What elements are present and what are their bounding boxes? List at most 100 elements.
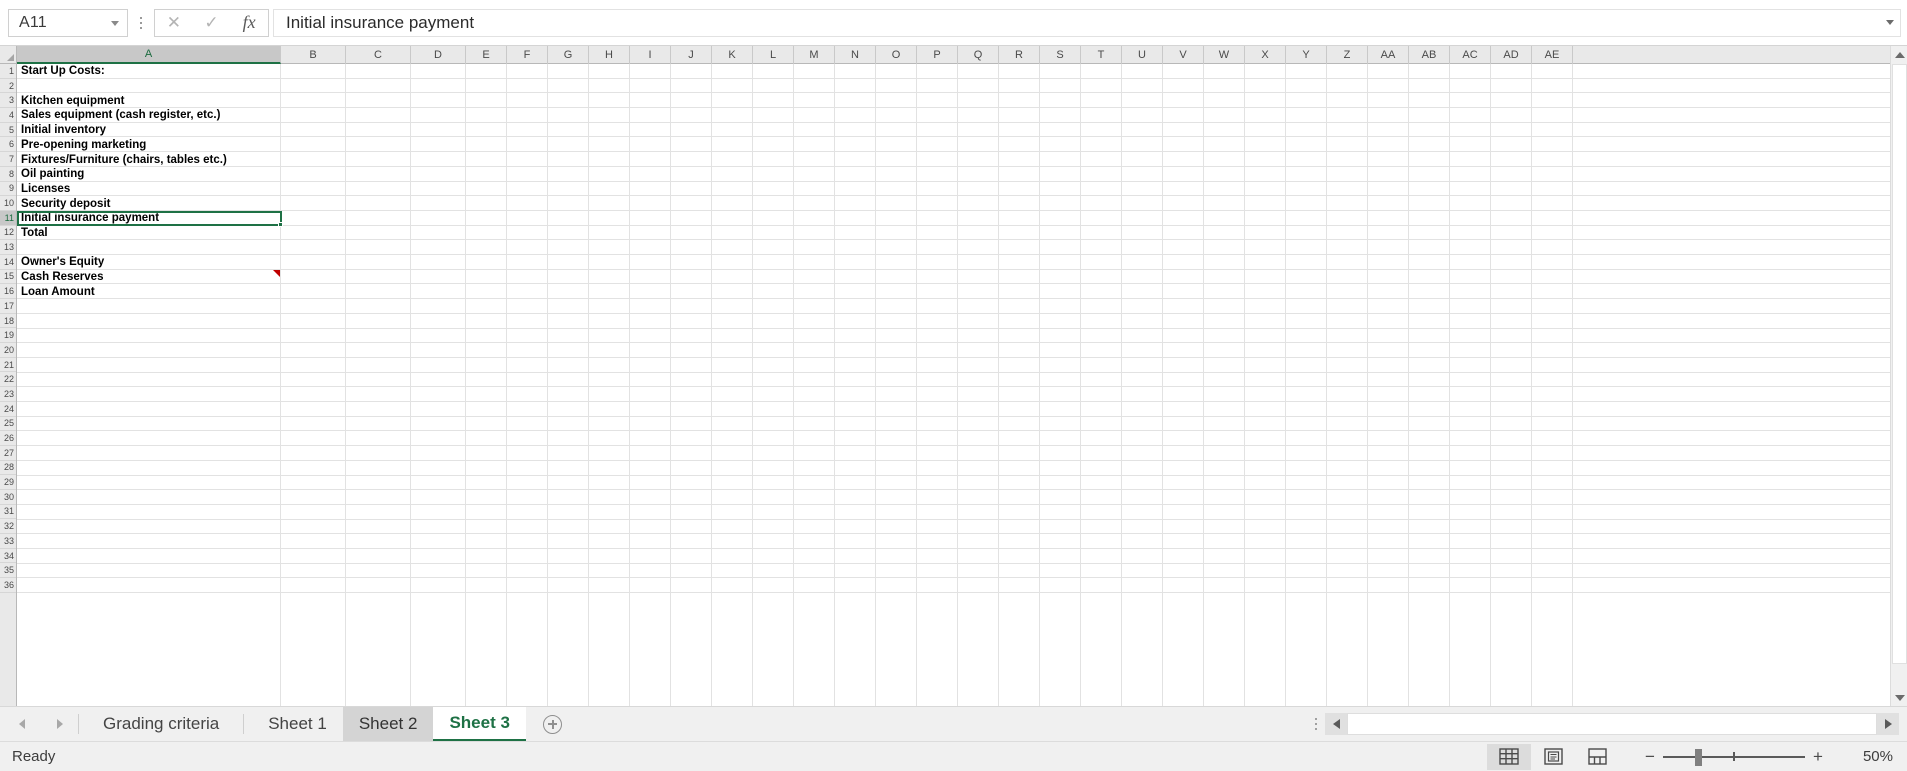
- row-header-14[interactable]: 14: [0, 254, 16, 270]
- insert-function-fx-icon[interactable]: fx: [233, 10, 265, 36]
- grid-row[interactable]: [17, 138, 1890, 153]
- grid-row[interactable]: [17, 432, 1890, 447]
- row-header-15[interactable]: 15: [0, 269, 16, 285]
- column-header-AA[interactable]: AA: [1368, 46, 1409, 64]
- grid-row[interactable]: [17, 461, 1890, 476]
- cell-A4[interactable]: Sales equipment (cash register, etc.): [17, 108, 281, 123]
- column-header-J[interactable]: J: [671, 46, 712, 64]
- row-header-27[interactable]: 27: [0, 445, 16, 461]
- row-header-36[interactable]: 36: [0, 578, 16, 593]
- comment-indicator-A15[interactable]: [273, 269, 280, 277]
- row-header-10[interactable]: 10: [0, 196, 16, 211]
- grid-row[interactable]: [17, 314, 1890, 329]
- grid-row[interactable]: [17, 505, 1890, 520]
- zoom-level-label[interactable]: 50%: [1839, 748, 1893, 765]
- column-header-C[interactable]: C: [346, 46, 411, 64]
- column-header-H[interactable]: H: [589, 46, 630, 64]
- select-all-corner-button[interactable]: [0, 46, 17, 64]
- row-header-33[interactable]: 33: [0, 534, 16, 549]
- grid-row[interactable]: [17, 373, 1890, 388]
- zoom-slider[interactable]: [1663, 744, 1805, 770]
- row-header-19[interactable]: 19: [0, 328, 16, 344]
- row-header-7[interactable]: 7: [0, 152, 16, 167]
- row-header-26[interactable]: 26: [0, 431, 16, 446]
- cell-A10[interactable]: Security deposit: [17, 196, 281, 211]
- page-layout-view-button[interactable]: [1531, 744, 1575, 770]
- row-header-11[interactable]: 11: [0, 210, 16, 226]
- row-header-22[interactable]: 22: [0, 372, 16, 388]
- column-header-S[interactable]: S: [1040, 46, 1081, 64]
- row-header-16[interactable]: 16: [0, 284, 16, 299]
- column-header-G[interactable]: G: [548, 46, 589, 64]
- row-header-12[interactable]: 12: [0, 225, 16, 241]
- row-header-2[interactable]: 2: [0, 78, 16, 94]
- row-header-25[interactable]: 25: [0, 416, 16, 432]
- cell-A14[interactable]: Owner's Equity: [17, 255, 281, 270]
- sheet-tab-sheet-3[interactable]: Sheet 3: [433, 706, 526, 742]
- column-header-L[interactable]: L: [753, 46, 794, 64]
- column-header-U[interactable]: U: [1122, 46, 1163, 64]
- column-header-O[interactable]: O: [876, 46, 917, 64]
- grid-row[interactable]: [17, 534, 1890, 550]
- zoom-out-button[interactable]: −: [1637, 744, 1663, 770]
- column-header-B[interactable]: B: [281, 46, 346, 64]
- grid-row[interactable]: [17, 270, 1890, 285]
- row-header-23[interactable]: 23: [0, 387, 16, 402]
- cell-A12[interactable]: Total: [17, 226, 281, 241]
- column-header-AD[interactable]: AD: [1491, 46, 1532, 64]
- row-header-24[interactable]: 24: [0, 401, 16, 417]
- page-break-preview-button[interactable]: [1575, 744, 1619, 770]
- column-header-Y[interactable]: Y: [1286, 46, 1327, 64]
- zoom-slider-thumb[interactable]: [1695, 748, 1702, 766]
- grid-row[interactable]: [17, 446, 1890, 461]
- normal-view-button[interactable]: [1487, 743, 1531, 770]
- grid-row[interactable]: [17, 93, 1890, 109]
- grid-row[interactable]: [17, 387, 1890, 403]
- scroll-split-grip[interactable]: [1315, 718, 1317, 730]
- add-sheet-plus-icon[interactable]: [536, 707, 570, 742]
- sheet-tab-sheet-1[interactable]: Sheet 1: [252, 707, 343, 742]
- row-header-4[interactable]: 4: [0, 108, 16, 123]
- grid-row[interactable]: [17, 343, 1890, 358]
- cell-A8[interactable]: Oil painting: [17, 167, 281, 182]
- grid-row[interactable]: [17, 358, 1890, 373]
- grid-row[interactable]: [17, 182, 1890, 197]
- cells-area[interactable]: Start Up Costs: Kitchen equipment Sales eq…: [17, 64, 1890, 706]
- column-header-V[interactable]: V: [1163, 46, 1204, 64]
- column-header-A[interactable]: A: [17, 46, 281, 64]
- column-header-N[interactable]: N: [835, 46, 876, 64]
- grid-row[interactable]: [17, 299, 1890, 314]
- grid-row[interactable]: [17, 226, 1890, 241]
- column-header-F[interactable]: F: [507, 46, 548, 64]
- column-header-K[interactable]: K: [712, 46, 753, 64]
- cell-A11[interactable]: Initial insurance payment: [17, 211, 281, 226]
- row-header-9[interactable]: 9: [0, 181, 16, 197]
- next-sheet-arrow-icon[interactable]: [50, 713, 70, 735]
- zoom-in-button[interactable]: +: [1805, 744, 1831, 770]
- grid-row[interactable]: [17, 79, 1890, 94]
- grid-row[interactable]: [17, 152, 1890, 167]
- cell-A1[interactable]: Start Up Costs:: [17, 64, 281, 79]
- grid-row[interactable]: [17, 167, 1890, 182]
- chevron-down-icon[interactable]: [111, 20, 119, 26]
- column-header-E[interactable]: E: [466, 46, 507, 64]
- row-header-8[interactable]: 8: [0, 166, 16, 182]
- column-header-M[interactable]: M: [794, 46, 835, 64]
- column-header-AE[interactable]: AE: [1532, 46, 1573, 64]
- row-header-6[interactable]: 6: [0, 137, 16, 153]
- row-header-30[interactable]: 30: [0, 489, 16, 505]
- previous-sheet-arrow-icon[interactable]: [12, 713, 32, 735]
- cell-A7[interactable]: Fixtures/Furniture (chairs, tables etc.): [17, 152, 281, 167]
- grid-row[interactable]: [17, 549, 1890, 564]
- grid-row[interactable]: [17, 329, 1890, 344]
- grid-row[interactable]: [17, 123, 1890, 138]
- column-header-P[interactable]: P: [917, 46, 958, 64]
- row-header-18[interactable]: 18: [0, 313, 16, 329]
- sheet-tab-grading-criteria[interactable]: Grading criteria: [87, 707, 235, 742]
- formula-input[interactable]: Initial insurance payment: [273, 8, 1879, 37]
- row-header-13[interactable]: 13: [0, 240, 16, 255]
- scroll-up-arrow-icon[interactable]: [1891, 46, 1907, 63]
- grid-row[interactable]: [17, 490, 1890, 505]
- grid-row[interactable]: [17, 417, 1890, 432]
- column-header-D[interactable]: D: [411, 46, 466, 64]
